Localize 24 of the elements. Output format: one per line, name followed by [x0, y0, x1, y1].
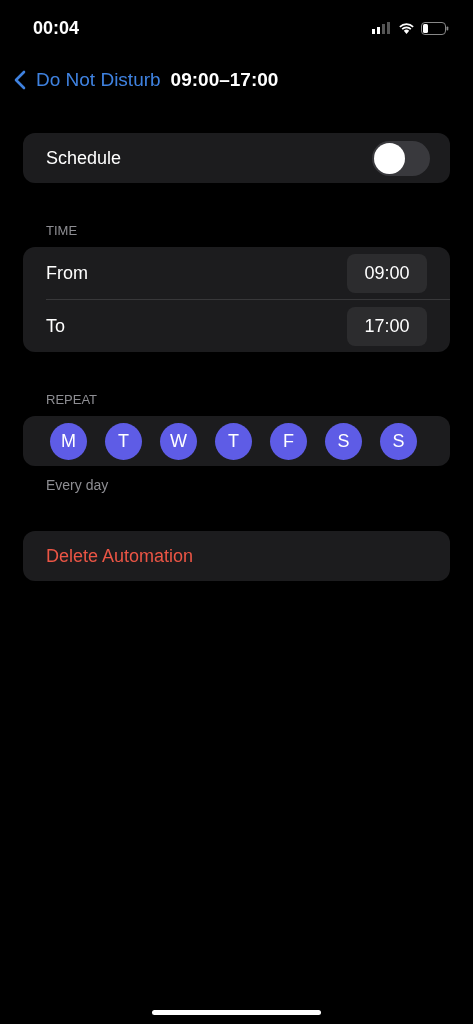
repeat-summary: Every day: [45, 477, 110, 493]
weekday-toggle[interactable]: S: [325, 422, 362, 460]
time-picker[interactable]: 17:00: [347, 306, 427, 346]
weekday-toggle[interactable]: F: [270, 422, 307, 460]
schedule-toggle[interactable]: [372, 140, 430, 176]
time-picker[interactable]: 09:00: [347, 253, 427, 293]
screen-title: 09:00–17:00: [170, 69, 279, 91]
weekday-toggle[interactable]: W: [160, 422, 197, 460]
delete-automation-button[interactable]: Delete Automation: [23, 531, 450, 581]
signal-icon: [372, 22, 392, 34]
weekday-toggle[interactable]: T: [105, 422, 142, 460]
section-header: TIME: [45, 223, 79, 238]
time-label: From: [46, 262, 88, 284]
weekday-toggle[interactable]: M: [50, 422, 87, 460]
wifi-icon: [398, 22, 415, 34]
battery-icon: [421, 21, 449, 35]
weekday-toggle[interactable]: S: [380, 422, 417, 460]
weekday-toggle[interactable]: T: [215, 422, 252, 460]
schedule-label: Schedule: [46, 147, 122, 169]
back-button[interactable]: Do Not Disturb: [14, 69, 161, 91]
chevron-left-icon: [14, 70, 26, 90]
status-time: 00:04: [33, 17, 80, 39]
time-label: To: [46, 315, 65, 337]
section-header: REPEAT: [45, 392, 99, 407]
